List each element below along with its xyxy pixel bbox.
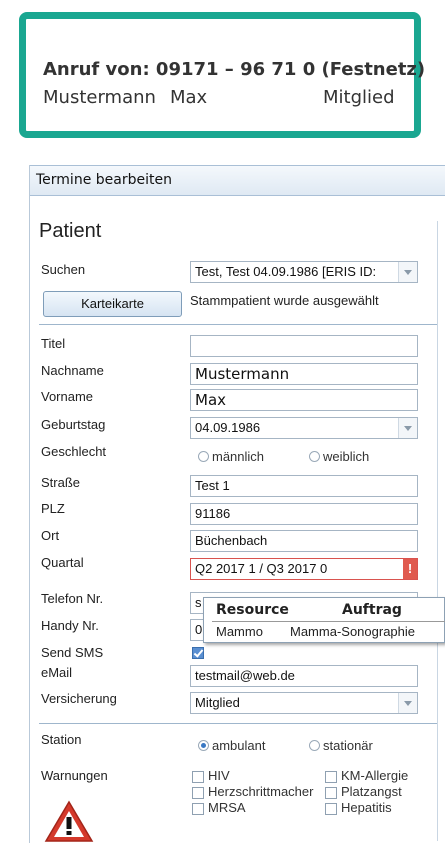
vorname-label: Vorname bbox=[41, 389, 94, 404]
patient-search-value: Test, Test 04.09.1986 [ERIS ID: bbox=[195, 264, 377, 279]
geschlecht-label: Geschlecht bbox=[41, 444, 107, 459]
geburtstag-label: Geburtstag bbox=[41, 417, 106, 432]
resource-popup: Resource Auftrag Mammo Mamma-Sonographie bbox=[203, 597, 445, 643]
warn-hiv-checkbox[interactable] bbox=[192, 771, 204, 783]
search-label: Suchen bbox=[41, 262, 86, 277]
ort-input[interactable]: Büchenbach bbox=[190, 530, 418, 552]
warn-platzangst-checkbox[interactable] bbox=[325, 787, 337, 799]
nachname-label: Nachname bbox=[41, 363, 104, 378]
error-icon: ! bbox=[403, 559, 417, 579]
vorname-input[interactable]: Max bbox=[190, 389, 418, 411]
titel-label: Titel bbox=[41, 336, 66, 351]
handy-label: Handy Nr. bbox=[41, 618, 99, 633]
window-title: Termine bearbeiten bbox=[30, 165, 445, 196]
appointment-edit-window: Termine bearbeiten Patient Suchen Test, … bbox=[29, 165, 445, 843]
popup-cell-auftrag: Mamma-Sonographie bbox=[290, 624, 416, 639]
geburtstag-value: 04.09.1986 bbox=[195, 420, 261, 435]
popup-header-auftrag: Auftrag bbox=[342, 602, 402, 618]
chevron-down-icon[interactable] bbox=[398, 418, 417, 438]
gender-female-radio[interactable]: weiblich bbox=[309, 449, 369, 464]
quartal-label: Quartal bbox=[41, 555, 84, 570]
popup-header-resource: Resource bbox=[216, 602, 289, 618]
station-ambulant-label: ambulant bbox=[212, 738, 266, 753]
incoming-call-banner: Anruf von: 09171 – 96 71 0 (Festnetz) Mu… bbox=[19, 12, 425, 138]
search-status-note: Stammpatient wurde ausgewählt bbox=[190, 293, 379, 308]
warn-mrsa-label: MRSA bbox=[208, 800, 246, 815]
popup-divider bbox=[212, 621, 445, 622]
call-headline: Anruf von: 09171 – 96 71 0 (Festnetz) bbox=[43, 59, 426, 80]
patient-section-title: Patient bbox=[39, 220, 102, 242]
station-stationaer-label: stationär bbox=[323, 738, 373, 753]
telefon-label: Telefon Nr. bbox=[41, 591, 104, 606]
send-sms-checkbox[interactable] bbox=[192, 647, 204, 659]
radio-circle-selected[interactable] bbox=[198, 740, 209, 751]
versicherung-select[interactable]: Mitglied bbox=[190, 692, 418, 714]
versicherung-label: Versicherung bbox=[41, 691, 117, 706]
warning-triangle-icon bbox=[44, 800, 94, 842]
sms-label: Send SMS bbox=[41, 645, 104, 660]
warn-hiv-label: HIV bbox=[208, 768, 230, 783]
caller-firstname: Max bbox=[170, 87, 208, 108]
geburtstag-datepicker[interactable]: 04.09.1986 bbox=[190, 417, 418, 439]
gender-male-label: männlich bbox=[212, 449, 265, 464]
warn-km-allergie-label: KM-Allergie bbox=[341, 768, 409, 783]
station-stationaer-radio[interactable]: stationär bbox=[309, 738, 373, 753]
caller-lastname: Mustermann bbox=[43, 87, 156, 108]
email-input[interactable]: testmail@web.de bbox=[190, 665, 418, 687]
radio-circle[interactable] bbox=[309, 740, 320, 751]
plz-input[interactable]: 91186 bbox=[190, 503, 418, 525]
quartal-value: Q2 2017 1 / Q3 2017 0 bbox=[195, 561, 328, 576]
warn-mrsa-checkbox[interactable] bbox=[192, 803, 204, 815]
radio-circle[interactable] bbox=[309, 451, 320, 462]
gender-male-radio[interactable]: männlich bbox=[198, 449, 264, 464]
strasse-input[interactable]: Test 1 bbox=[190, 475, 418, 497]
window-scroll-edge bbox=[437, 221, 438, 841]
popup-cell-resource: Mammo bbox=[216, 624, 263, 639]
station-ambulant-radio[interactable]: ambulant bbox=[198, 738, 265, 753]
warn-hepatitis-label: Hepatitis bbox=[341, 800, 392, 815]
warnungen-label: Warnungen bbox=[41, 768, 108, 783]
station-label: Station bbox=[41, 732, 82, 747]
warn-herzschrittmacher-checkbox[interactable] bbox=[192, 787, 204, 799]
warn-hepatitis-checkbox[interactable] bbox=[325, 803, 337, 815]
radio-circle[interactable] bbox=[198, 451, 209, 462]
karteikarte-button[interactable]: Karteikarte bbox=[43, 291, 182, 317]
chevron-down-icon[interactable] bbox=[398, 262, 417, 282]
nachname-input[interactable]: Mustermann bbox=[190, 363, 418, 385]
chevron-down-icon[interactable] bbox=[398, 693, 417, 713]
warn-km-allergie-checkbox[interactable] bbox=[325, 771, 337, 783]
gender-female-label: weiblich bbox=[323, 449, 370, 464]
plz-label: PLZ bbox=[41, 501, 65, 516]
strasse-label: Straße bbox=[41, 475, 81, 490]
warn-platzangst-label: Platzangst bbox=[341, 784, 402, 799]
titel-input[interactable] bbox=[190, 335, 418, 357]
email-label: eMail bbox=[41, 665, 73, 680]
divider bbox=[39, 723, 437, 724]
caller-status: Mitglied bbox=[323, 87, 395, 108]
versicherung-value: Mitglied bbox=[195, 695, 240, 710]
patient-search-combobox[interactable]: Test, Test 04.09.1986 [ERIS ID: bbox=[190, 261, 418, 283]
quartal-input[interactable]: Q2 2017 1 / Q3 2017 0 ! bbox=[190, 558, 418, 580]
divider bbox=[39, 324, 437, 325]
warn-herzschrittmacher-label: Herzschrittmacher bbox=[208, 784, 314, 799]
ort-label: Ort bbox=[41, 528, 60, 543]
